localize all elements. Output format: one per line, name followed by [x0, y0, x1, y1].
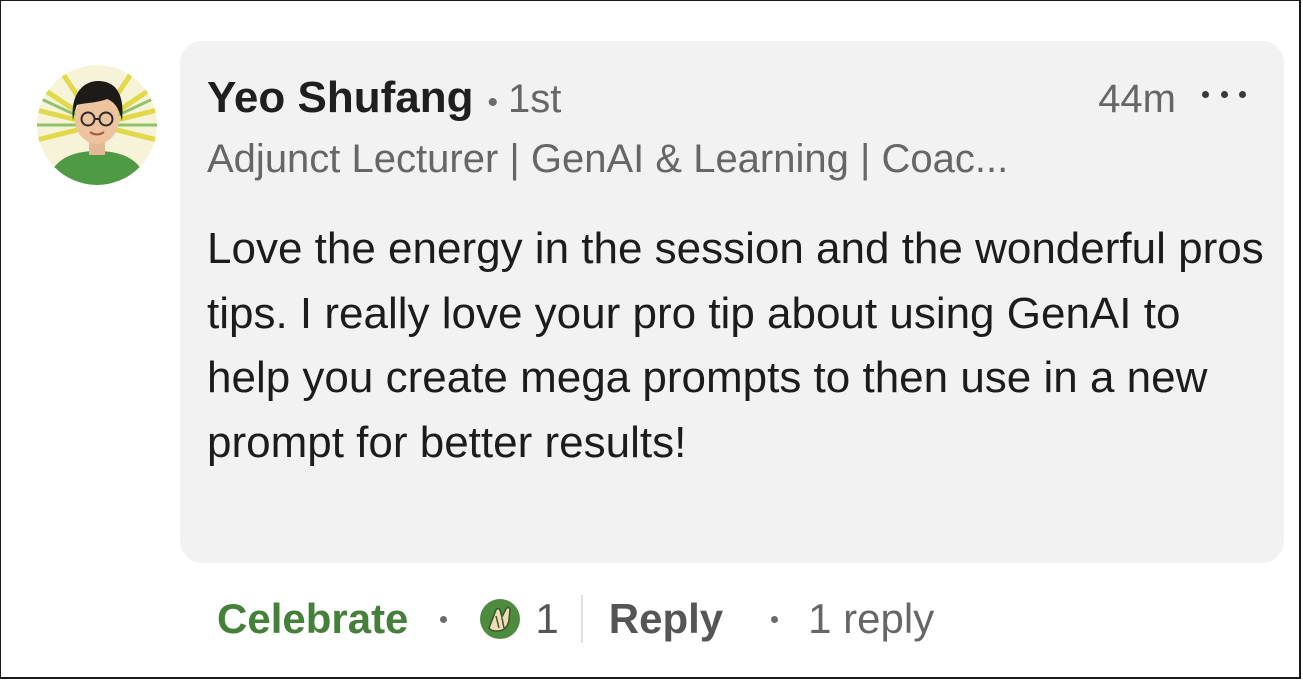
separator-dot: [440, 615, 448, 623]
comment-text: Love the energy in the session and the w…: [207, 224, 1264, 467]
author-row: Yeo Shufang • 1st: [207, 73, 561, 129]
author-name[interactable]: Yeo Shufang: [207, 73, 473, 123]
reply-button[interactable]: Reply: [609, 595, 723, 643]
comment-card: Yeo Shufang • 1st 44m Adjunct Lecturer |…: [0, 0, 1301, 679]
connection-degree: 1st: [508, 77, 562, 121]
comment-bubble: Yeo Shufang • 1st 44m Adjunct Lecturer |…: [180, 41, 1284, 563]
celebrate-reaction-icon[interactable]: [479, 598, 521, 640]
author-headline: Adjunct Lecturer | GenAI & Learning | Co…: [207, 137, 1009, 181]
timestamp: 44m: [1098, 77, 1176, 121]
action-divider: [580, 595, 583, 643]
comment-actions: Celebrate 1 Reply 1 reply: [217, 591, 934, 647]
avatar-image: [37, 65, 157, 185]
avatar[interactable]: [37, 65, 157, 185]
separator-dot: •: [487, 86, 498, 119]
separator-dot: [771, 615, 779, 623]
reaction-count[interactable]: 1: [535, 595, 558, 643]
more-options-icon[interactable]: [1202, 83, 1246, 105]
celebrate-button[interactable]: Celebrate: [217, 595, 408, 643]
replies-count-link[interactable]: 1 reply: [808, 595, 934, 643]
